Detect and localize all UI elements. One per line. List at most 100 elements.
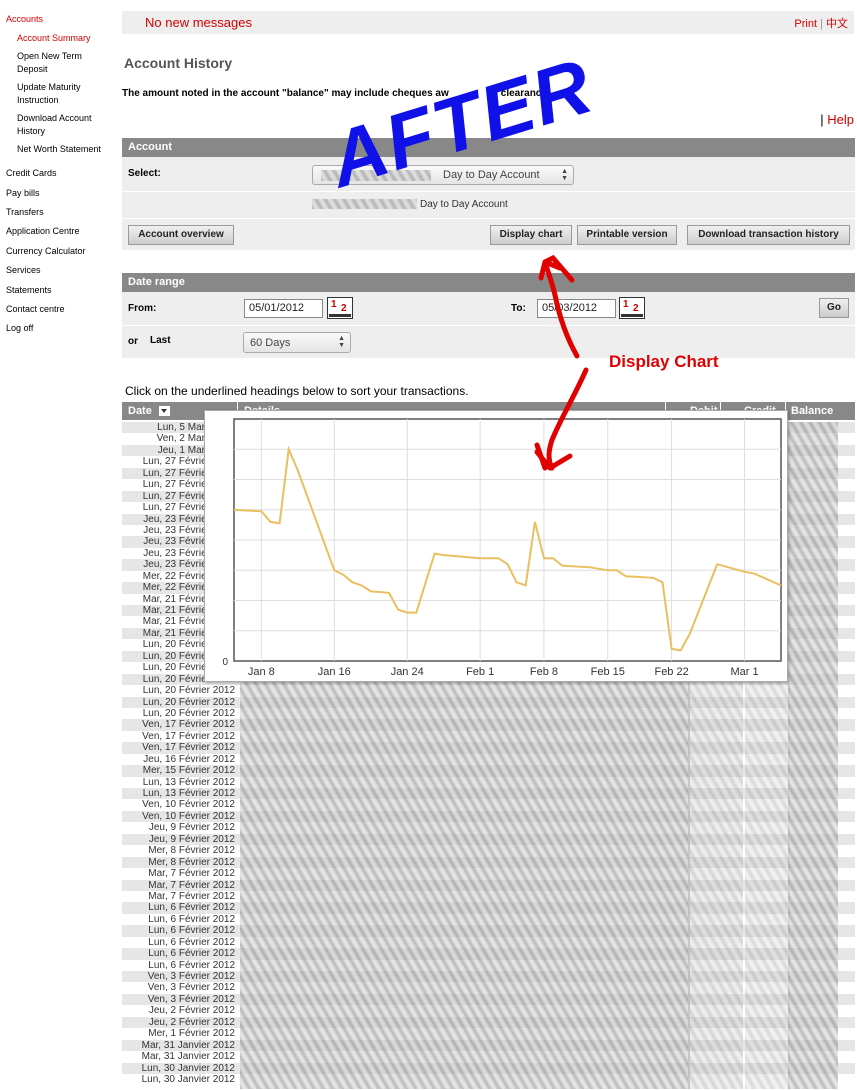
sidebar-item-download-account[interactable]: Download Account xyxy=(0,112,92,124)
account-overview-button[interactable]: Account overview xyxy=(128,225,234,245)
row-date: Jeu, 9 Février 2012 xyxy=(148,833,235,845)
row-date: Lun, 6 Février 2012 xyxy=(148,913,235,925)
date-column-header[interactable]: Date xyxy=(128,405,152,417)
account-name-row: Day to Day Account xyxy=(122,192,855,218)
x-tick-label: Feb 8 xyxy=(530,666,558,678)
balance-line-chart: Jan 8 Jan 16 Jan 24 Feb 1 Feb 8 Feb 15 Feb 22 M… xyxy=(222,418,782,678)
row-date: Mer, 8 Février 2012 xyxy=(148,856,235,868)
account-name: Day to Day Account xyxy=(420,199,508,210)
redacted-balance-column xyxy=(788,422,838,1089)
row-date: Ven, 17 Février 2012 xyxy=(142,719,235,731)
to-label: To: xyxy=(511,303,526,314)
messages-status[interactable]: No new messages xyxy=(145,15,252,30)
to-date-input[interactable]: 05/03/2012 xyxy=(537,299,616,318)
row-date: Mar, 7 Février 2012 xyxy=(148,868,235,880)
sidebar-item-open-new-term[interactable]: Open New Term xyxy=(0,50,82,62)
row-date: Ven, 10 Février 2012 xyxy=(142,810,235,822)
row-date: Jeu, 2 Février 2012 xyxy=(148,1005,235,1017)
row-date: Mar, 31 Janvier 2012 xyxy=(141,1051,235,1063)
sidebar-item-pay-bills[interactable]: Pay bills xyxy=(0,187,40,199)
help-area: | Help xyxy=(820,112,854,127)
select-arrows-icon: ▲ ▼ xyxy=(561,168,568,182)
row-date: Jeu, 16 Février 2012 xyxy=(143,753,235,765)
x-tick-label: Jan 24 xyxy=(391,666,424,678)
last-days-value: 60 Days xyxy=(250,337,291,349)
row-date: Lun, 6 Février 2012 xyxy=(148,936,235,948)
from-calendar-icon[interactable]: 12 xyxy=(327,297,353,319)
x-tick-label: Feb 1 xyxy=(466,666,494,678)
sidebar-item-contact-centre[interactable]: Contact centre xyxy=(0,303,65,315)
row-date: Mar, 7 Février 2012 xyxy=(148,890,235,902)
print-link[interactable]: Print xyxy=(794,18,817,30)
balance-chart-popup[interactable]: Jan 8 Jan 16 Jan 24 Feb 1 Feb 8 Feb 15 Feb 22 M… xyxy=(204,410,788,682)
link-separator: | xyxy=(820,18,823,30)
row-date: Lun, 20 Février 2012 xyxy=(142,707,235,719)
sidebar-item-transfers[interactable]: Transfers xyxy=(0,206,44,218)
print-lang-links: Print | 中文 xyxy=(794,15,848,31)
row-date: Lun, 6 Février 2012 xyxy=(148,948,235,960)
row-date: Ven, 3 Février 2012 xyxy=(147,982,235,994)
display-chart-button[interactable]: Display chart xyxy=(490,225,572,245)
sidebar-item-history[interactable]: History xyxy=(0,125,45,137)
last-days-select[interactable]: 60 Days ▲ ▼ xyxy=(243,332,351,353)
row-date: Mar, 7 Février 2012 xyxy=(148,879,235,891)
select-label: Select: xyxy=(128,168,161,179)
to-calendar-icon[interactable]: 12 xyxy=(619,297,645,319)
x-tick-label: Feb 22 xyxy=(654,666,688,678)
sort-hint: Click on the underlined headings below t… xyxy=(125,384,469,398)
y-tick-label: 0 xyxy=(222,657,228,668)
row-date: Lun, 30 Janvier 2012 xyxy=(141,1073,235,1085)
row-date: Lun, 20 Février 2012 xyxy=(142,696,235,708)
help-link[interactable]: Help xyxy=(827,112,854,127)
from-label: From: xyxy=(128,303,157,314)
redacted-account-number xyxy=(312,199,417,209)
x-tick-label: Feb 15 xyxy=(591,666,625,678)
row-date: Mar, 31 Janvier 2012 xyxy=(141,1039,235,1051)
download-history-button[interactable]: Download transaction history xyxy=(687,225,850,245)
sidebar-item-application-centre[interactable]: Application Centre xyxy=(0,225,80,237)
x-tick-label: Jan 8 xyxy=(248,666,275,678)
row-date: Jeu, 2 Février 2012 xyxy=(148,1016,235,1028)
date-range-row: From: 05/01/2012 12 To: 05/03/2012 12 Go xyxy=(122,292,855,325)
sidebar-item-net-worth-statement[interactable]: Net Worth Statement xyxy=(0,143,101,155)
printable-version-button[interactable]: Printable version xyxy=(577,225,677,245)
from-date-input[interactable]: 05/01/2012 xyxy=(244,299,323,318)
row-date: Jeu, 9 Février 2012 xyxy=(148,822,235,834)
sidebar-item-credit-cards[interactable]: Credit Cards xyxy=(0,167,57,179)
row-date: Mer, 15 Février 2012 xyxy=(142,765,235,777)
balance-column-header[interactable]: Balance xyxy=(791,405,833,417)
sidebar-item-statements[interactable]: Statements xyxy=(0,284,52,296)
x-tick-label: Jan 16 xyxy=(318,666,351,678)
sidebar-item-deposit[interactable]: Deposit xyxy=(0,63,48,75)
language-link[interactable]: 中文 xyxy=(826,18,848,30)
or-label: or xyxy=(128,336,138,347)
row-date: Ven, 3 Février 2012 xyxy=(147,993,235,1005)
last-label: Last xyxy=(150,335,171,346)
sidebar-item-log-off[interactable]: Log off xyxy=(0,322,33,334)
x-tick-label: Mar 1 xyxy=(730,666,758,678)
row-date: Ven, 17 Février 2012 xyxy=(142,742,235,754)
date-range-section-header: Date range xyxy=(122,273,855,292)
redacted-credit-column xyxy=(745,681,790,1089)
row-date: Lun, 20 Février 2012 xyxy=(142,685,235,697)
row-date: Ven, 17 Février 2012 xyxy=(142,730,235,742)
row-date: Mer, 1 Février 2012 xyxy=(148,1028,235,1040)
redacted-details-column xyxy=(240,681,690,1089)
sidebar-item-services[interactable]: Services xyxy=(0,264,41,276)
sidebar-item-instruction[interactable]: Instruction xyxy=(0,94,59,106)
sort-down-icon[interactable] xyxy=(159,406,170,416)
row-date: Lun, 6 Février 2012 xyxy=(148,959,235,971)
sidebar-item-accounts[interactable]: Accounts xyxy=(0,13,43,25)
help-separator: | xyxy=(820,112,824,127)
row-date: Lun, 13 Février 2012 xyxy=(142,776,235,788)
row-date: Lun, 6 Février 2012 xyxy=(148,925,235,937)
go-button[interactable]: Go xyxy=(819,298,849,318)
row-date: Ven, 3 Février 2012 xyxy=(147,971,235,982)
sidebar-item-update-maturity[interactable]: Update Maturity xyxy=(0,81,81,93)
sidebar-item-account-summary[interactable]: Account Summary xyxy=(0,32,91,44)
message-bar: No new messages Print | 中文 xyxy=(122,11,854,34)
row-date: Lun, 6 Février 2012 xyxy=(148,902,235,914)
sidebar-item-currency-calculator[interactable]: Currency Calculator xyxy=(0,245,86,257)
account-actions-row: Account overview Display chart Printable… xyxy=(122,219,855,250)
page-title: Account History xyxy=(124,55,233,71)
